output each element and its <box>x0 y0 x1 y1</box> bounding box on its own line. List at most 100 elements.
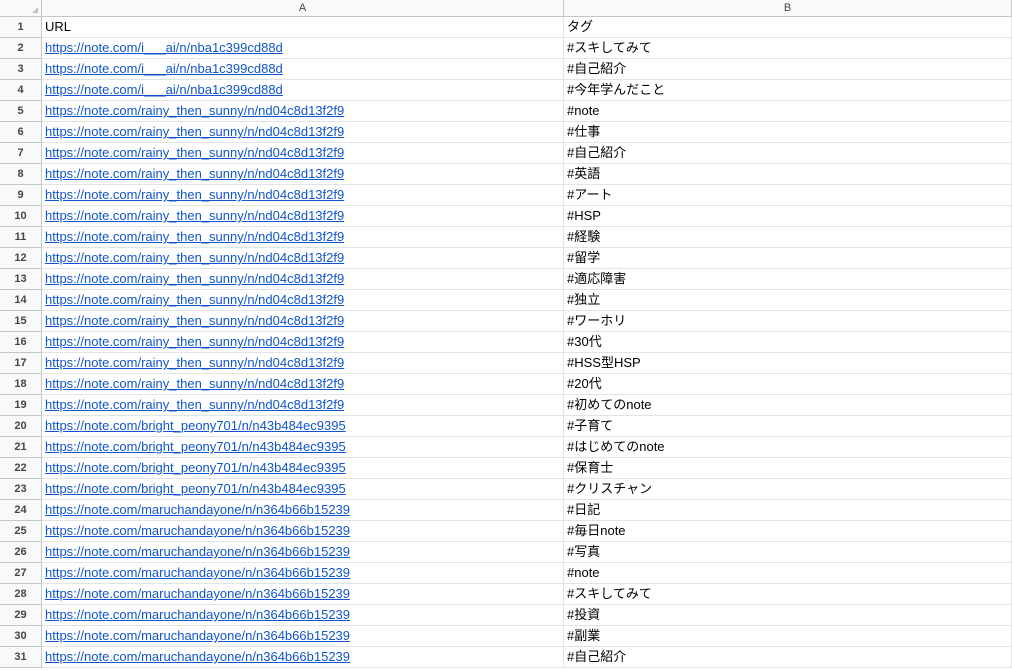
url-link-cell[interactable]: https://note.com/maruchandayone/n/n364b6… <box>42 542 564 563</box>
tag-cell[interactable]: #note <box>564 563 1012 584</box>
tag-cell[interactable]: #写真 <box>564 542 1012 563</box>
row-header[interactable]: 7 <box>0 143 41 164</box>
url-link-cell[interactable]: https://note.com/rainy_then_sunny/n/nd04… <box>42 311 564 332</box>
row-header[interactable]: 20 <box>0 416 41 437</box>
tag-cell[interactable]: #副業 <box>564 626 1012 647</box>
url-link-cell[interactable]: https://note.com/maruchandayone/n/n364b6… <box>42 605 564 626</box>
url-link-cell[interactable]: https://note.com/i___ai/n/nba1c399cd88d <box>42 59 564 80</box>
table-row: https://note.com/maruchandayone/n/n364b6… <box>42 542 1012 563</box>
url-link-cell[interactable]: https://note.com/rainy_then_sunny/n/nd04… <box>42 206 564 227</box>
row-header[interactable]: 13 <box>0 269 41 290</box>
url-link-cell[interactable]: https://note.com/rainy_then_sunny/n/nd04… <box>42 353 564 374</box>
header-cell-url[interactable]: URL <box>42 17 564 38</box>
url-link-cell[interactable]: https://note.com/bright_peony701/n/n43b4… <box>42 437 564 458</box>
row-header[interactable]: 6 <box>0 122 41 143</box>
url-link-cell[interactable]: https://note.com/maruchandayone/n/n364b6… <box>42 626 564 647</box>
tag-cell[interactable]: #スキしてみて <box>564 584 1012 605</box>
column-header-b[interactable]: B <box>564 0 1012 16</box>
url-link-cell[interactable]: https://note.com/rainy_then_sunny/n/nd04… <box>42 185 564 206</box>
row-header[interactable]: 17 <box>0 353 41 374</box>
tag-cell[interactable]: #20代 <box>564 374 1012 395</box>
url-link-cell[interactable]: https://note.com/maruchandayone/n/n364b6… <box>42 647 564 668</box>
url-link-cell[interactable]: https://note.com/bright_peony701/n/n43b4… <box>42 479 564 500</box>
tag-cell[interactable]: #子育て <box>564 416 1012 437</box>
url-link-cell[interactable]: https://note.com/maruchandayone/n/n364b6… <box>42 500 564 521</box>
row-header[interactable]: 11 <box>0 227 41 248</box>
row-header[interactable]: 15 <box>0 311 41 332</box>
tag-cell[interactable]: #毎日note <box>564 521 1012 542</box>
row-header[interactable]: 14 <box>0 290 41 311</box>
url-link-cell[interactable]: https://note.com/maruchandayone/n/n364b6… <box>42 584 564 605</box>
url-link-cell[interactable]: https://note.com/rainy_then_sunny/n/nd04… <box>42 248 564 269</box>
row-header[interactable]: 23 <box>0 479 41 500</box>
url-link-cell[interactable]: https://note.com/rainy_then_sunny/n/nd04… <box>42 290 564 311</box>
url-link-cell[interactable]: https://note.com/rainy_then_sunny/n/nd04… <box>42 143 564 164</box>
url-link-cell[interactable]: https://note.com/rainy_then_sunny/n/nd04… <box>42 227 564 248</box>
table-row: https://note.com/maruchandayone/n/n364b6… <box>42 647 1012 668</box>
url-link-cell[interactable]: https://note.com/i___ai/n/nba1c399cd88d <box>42 38 564 59</box>
url-link-cell[interactable]: https://note.com/maruchandayone/n/n364b6… <box>42 563 564 584</box>
row-header[interactable]: 16 <box>0 332 41 353</box>
row-header[interactable]: 21 <box>0 437 41 458</box>
tag-cell[interactable]: #30代 <box>564 332 1012 353</box>
row-header[interactable]: 29 <box>0 605 41 626</box>
tag-cell[interactable]: #クリスチャン <box>564 479 1012 500</box>
row-header[interactable]: 12 <box>0 248 41 269</box>
row-header[interactable]: 28 <box>0 584 41 605</box>
tag-cell[interactable]: #自己紹介 <box>564 143 1012 164</box>
row-header[interactable]: 8 <box>0 164 41 185</box>
row-header[interactable]: 19 <box>0 395 41 416</box>
row-header[interactable]: 31 <box>0 647 41 668</box>
row-header[interactable]: 1 <box>0 17 41 38</box>
tag-cell[interactable]: #HSS型HSP <box>564 353 1012 374</box>
row-header[interactable]: 25 <box>0 521 41 542</box>
row-header[interactable]: 4 <box>0 80 41 101</box>
tag-cell[interactable]: #アート <box>564 185 1012 206</box>
url-link-cell[interactable]: https://note.com/rainy_then_sunny/n/nd04… <box>42 332 564 353</box>
url-link-cell[interactable]: https://note.com/rainy_then_sunny/n/nd04… <box>42 269 564 290</box>
row-header[interactable]: 30 <box>0 626 41 647</box>
tag-cell[interactable]: #ワーホリ <box>564 311 1012 332</box>
tag-cell[interactable]: #仕事 <box>564 122 1012 143</box>
row-header[interactable]: 22 <box>0 458 41 479</box>
tag-cell[interactable]: #HSP <box>564 206 1012 227</box>
url-link-cell[interactable]: https://note.com/rainy_then_sunny/n/nd04… <box>42 164 564 185</box>
tag-cell[interactable]: #初めてのnote <box>564 395 1012 416</box>
url-link-cell[interactable]: https://note.com/bright_peony701/n/n43b4… <box>42 458 564 479</box>
tag-cell[interactable]: #自己紹介 <box>564 647 1012 668</box>
row-header[interactable]: 5 <box>0 101 41 122</box>
row-header[interactable]: 27 <box>0 563 41 584</box>
tag-cell[interactable]: #投資 <box>564 605 1012 626</box>
tag-cell[interactable]: #独立 <box>564 290 1012 311</box>
tag-cell[interactable]: #保育士 <box>564 458 1012 479</box>
url-link-cell[interactable]: https://note.com/rainy_then_sunny/n/nd04… <box>42 374 564 395</box>
row-header[interactable]: 26 <box>0 542 41 563</box>
column-header-a[interactable]: A <box>42 0 564 16</box>
row-header[interactable]: 24 <box>0 500 41 521</box>
table-row: https://note.com/i___ai/n/nba1c399cd88d #… <box>42 59 1012 80</box>
tag-cell[interactable]: #経験 <box>564 227 1012 248</box>
tag-cell[interactable]: #日記 <box>564 500 1012 521</box>
tag-cell[interactable]: #留学 <box>564 248 1012 269</box>
url-link-cell[interactable]: https://note.com/rainy_then_sunny/n/nd04… <box>42 122 564 143</box>
row-header[interactable]: 2 <box>0 38 41 59</box>
tag-cell[interactable]: #note <box>564 101 1012 122</box>
tag-cell[interactable]: #はじめてのnote <box>564 437 1012 458</box>
tag-cell[interactable]: #適応障害 <box>564 269 1012 290</box>
row-header[interactable]: 18 <box>0 374 41 395</box>
tag-cell[interactable]: #英語 <box>564 164 1012 185</box>
header-cell-tag[interactable]: タグ <box>564 17 1012 38</box>
row-header[interactable]: 3 <box>0 59 41 80</box>
url-link-cell[interactable]: https://note.com/rainy_then_sunny/n/nd04… <box>42 395 564 416</box>
url-link-cell[interactable]: https://note.com/rainy_then_sunny/n/nd04… <box>42 101 564 122</box>
select-all-corner[interactable] <box>0 0 42 17</box>
tag-cell[interactable]: #スキしてみて <box>564 38 1012 59</box>
tag-cell[interactable]: #今年学んだこと <box>564 80 1012 101</box>
table-row: https://note.com/maruchandayone/n/n364b6… <box>42 605 1012 626</box>
url-link-cell[interactable]: https://note.com/maruchandayone/n/n364b6… <box>42 521 564 542</box>
url-link-cell[interactable]: https://note.com/i___ai/n/nba1c399cd88d <box>42 80 564 101</box>
tag-cell[interactable]: #自己紹介 <box>564 59 1012 80</box>
row-header[interactable]: 10 <box>0 206 41 227</box>
row-header[interactable]: 9 <box>0 185 41 206</box>
url-link-cell[interactable]: https://note.com/bright_peony701/n/n43b4… <box>42 416 564 437</box>
